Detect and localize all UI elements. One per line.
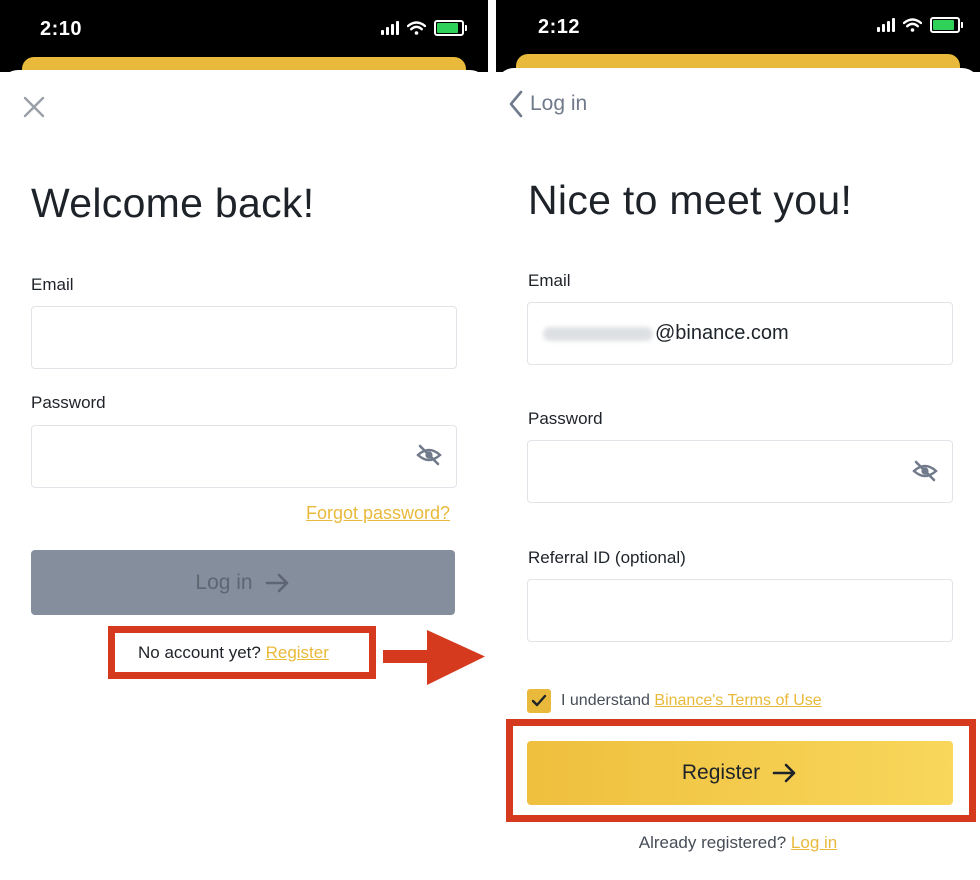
email-input[interactable] xyxy=(31,306,457,369)
login-link[interactable]: Log in xyxy=(791,833,837,852)
arrow-right-icon xyxy=(265,573,288,592)
already-registered-row: Already registered? Log in xyxy=(496,833,980,853)
back-label: Log in xyxy=(530,92,588,115)
password-input[interactable] xyxy=(31,425,457,488)
terms-of-use-link[interactable]: Binance's Terms of Use xyxy=(654,692,821,709)
battery-icon xyxy=(930,17,963,33)
register-button-label: Register xyxy=(681,761,761,784)
page-title: Nice to meet you! xyxy=(528,177,853,223)
back-to-login-button[interactable]: Log in xyxy=(508,90,587,118)
already-registered-text: Already registered? xyxy=(638,833,787,852)
email-label: Email xyxy=(528,271,571,290)
password-input[interactable] xyxy=(527,440,953,503)
page-title: Welcome back! xyxy=(31,180,315,226)
status-icons xyxy=(877,17,963,33)
password-label: Password xyxy=(528,409,603,428)
no-account-text: No account yet? xyxy=(138,643,261,662)
arrow-right-icon xyxy=(772,763,796,783)
register-button[interactable]: Register xyxy=(527,741,953,805)
checkmark-icon xyxy=(531,694,547,707)
terms-row: I understand Binance's Terms of Use xyxy=(561,692,822,710)
register-screen: 2:12 Log in Nice to meet you! Email @bin… xyxy=(496,0,980,880)
login-button-label: Log in xyxy=(195,570,253,594)
status-icons xyxy=(381,20,467,36)
status-time: 2:12 xyxy=(538,16,581,38)
wifi-icon xyxy=(407,21,426,35)
status-time: 2:10 xyxy=(40,18,83,40)
close-icon[interactable] xyxy=(22,95,46,119)
terms-checkbox[interactable] xyxy=(527,689,551,713)
back-chevron-icon xyxy=(509,90,523,118)
transition-arrow-icon xyxy=(383,630,485,685)
email-input[interactable]: @binance.com xyxy=(527,302,953,365)
battery-icon xyxy=(434,20,467,36)
wifi-icon xyxy=(903,18,922,32)
eye-slash-icon[interactable] xyxy=(416,444,442,466)
signal-icon xyxy=(381,21,399,35)
forgot-password-link[interactable]: Forgot password? xyxy=(306,503,450,524)
login-screen: 2:10 Welcome back! Email Password Forgot… xyxy=(0,0,488,880)
terms-text: I understand xyxy=(561,692,650,709)
email-label: Email xyxy=(31,275,74,294)
email-redacted-part xyxy=(543,326,653,341)
email-value: @binance.com xyxy=(655,322,789,344)
referral-id-input[interactable] xyxy=(527,579,953,642)
login-button[interactable]: Log in xyxy=(31,550,455,615)
register-link[interactable]: Register xyxy=(266,643,329,662)
no-account-row: No account yet? Register xyxy=(138,643,329,663)
eye-slash-icon[interactable] xyxy=(912,460,938,482)
signal-icon xyxy=(877,18,895,32)
password-label: Password xyxy=(31,393,106,412)
referral-label: Referral ID (optional) xyxy=(528,548,686,567)
